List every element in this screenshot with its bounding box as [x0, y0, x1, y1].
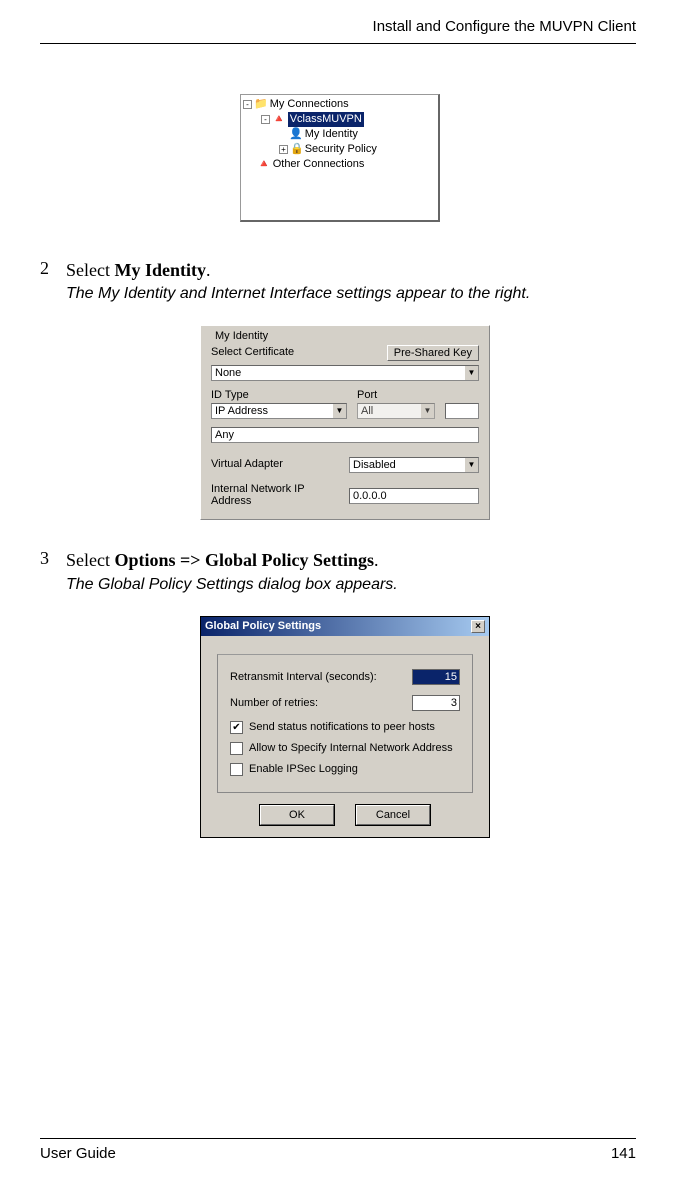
checkbox-row[interactable]: ✔ Send status notifications to peer host…: [230, 721, 460, 734]
checkbox-row[interactable]: Enable IPSec Logging: [230, 763, 460, 776]
panel-legend: My Identity: [215, 330, 479, 342]
bold-text: Global Policy Settings: [205, 550, 374, 570]
footer-left: User Guide: [40, 1145, 116, 1162]
tree-other-label: Other Connections: [273, 157, 365, 172]
cb-ipsec-label: Enable IPSec Logging: [249, 763, 358, 775]
id-type-value: IP Address: [212, 404, 332, 418]
port-select: All ▼: [357, 403, 435, 419]
virtual-adapter-label: Virtual Adapter: [211, 458, 339, 470]
virtual-adapter-value: Disabled: [350, 458, 464, 472]
step-number: 3: [40, 548, 66, 609]
retries-label: Number of retries:: [230, 697, 318, 709]
dropdown-arrow-icon: ▼: [420, 404, 434, 418]
checkbox-icon[interactable]: [230, 763, 243, 776]
identity-icon: 👤: [289, 127, 303, 142]
tree-selected-label: VclassMUVPN: [288, 112, 364, 127]
checkbox-icon[interactable]: [230, 742, 243, 755]
port-label: Port: [357, 389, 435, 401]
arrow-text: =>: [176, 550, 206, 570]
collapse-icon[interactable]: -: [261, 115, 270, 124]
retransmit-label: Retransmit Interval (seconds):: [230, 671, 377, 683]
dialog-titlebar: Global Policy Settings ×: [201, 617, 489, 636]
virtual-adapter-select[interactable]: Disabled ▼: [349, 457, 479, 473]
page-number: 141: [611, 1145, 636, 1162]
folder-icon: 📁: [254, 97, 268, 112]
page-header: Install and Configure the MUVPN Client: [40, 0, 636, 44]
tree-item-other[interactable]: 🔺 Other Connections: [243, 157, 436, 172]
step-2: 2 Select My Identity. The My Identity an…: [40, 258, 636, 319]
step-instruction: Select Options => Global Policy Settings…: [66, 548, 636, 572]
chapter-title: Install and Configure the MUVPN Client: [373, 18, 636, 35]
lock-icon: 🔒: [290, 142, 304, 157]
collapse-icon[interactable]: -: [243, 100, 252, 109]
ok-button[interactable]: OK: [260, 805, 334, 825]
dialog-group: Retransmit Interval (seconds): 15 Number…: [217, 654, 473, 793]
port-value: All: [358, 404, 420, 418]
retries-input[interactable]: 3: [412, 695, 460, 711]
certificate-select[interactable]: None ▼: [211, 365, 479, 381]
tree-item-selected[interactable]: - 🔺 VclassMUVPN: [243, 112, 436, 127]
page-footer: User Guide 141: [40, 1138, 636, 1162]
internal-ip-label: Internal Network IP Address: [211, 483, 339, 507]
bold-text: My Identity: [114, 260, 206, 280]
dropdown-arrow-icon: ▼: [464, 458, 478, 472]
dropdown-arrow-icon: ▼: [332, 404, 346, 418]
id-type-select[interactable]: IP Address ▼: [211, 403, 347, 419]
dialog-title: Global Policy Settings: [205, 620, 321, 632]
checkbox-icon[interactable]: ✔: [230, 721, 243, 734]
step-result: The Global Policy Settings dialog box ap…: [66, 576, 636, 594]
global-policy-dialog: Global Policy Settings × Retransmit Inte…: [200, 616, 490, 838]
text: Select: [66, 550, 114, 570]
step-3: 3 Select Options => Global Policy Settin…: [40, 548, 636, 609]
tree-item-security[interactable]: + 🔒 Security Policy: [243, 142, 436, 157]
text: .: [206, 260, 211, 280]
retransmit-input[interactable]: 15: [412, 669, 460, 685]
port-number-input[interactable]: [445, 403, 479, 419]
tree-identity-label: My Identity: [305, 127, 358, 142]
text: Select: [66, 260, 114, 280]
select-cert-label: Select Certificate: [211, 346, 294, 358]
close-icon[interactable]: ×: [471, 620, 485, 633]
internal-ip-input[interactable]: [349, 488, 479, 504]
tree-security-label: Security Policy: [305, 142, 377, 157]
pre-shared-key-button[interactable]: Pre-Shared Key: [387, 345, 479, 361]
tree-root-label: My Connections: [270, 97, 349, 112]
cb-status-label: Send status notifications to peer hosts: [249, 721, 435, 733]
tree-item-identity[interactable]: 👤 My Identity: [243, 127, 436, 142]
connection-icon: 🔺: [272, 112, 286, 127]
my-identity-panel: My Identity Select Certificate Pre-Share…: [200, 325, 490, 520]
tree-root[interactable]: - 📁 My Connections: [243, 97, 436, 112]
bold-text: Options: [114, 550, 175, 570]
cancel-button[interactable]: Cancel: [356, 805, 430, 825]
step-instruction: Select My Identity.: [66, 258, 636, 282]
cb-allow-label: Allow to Specify Internal Network Addres…: [249, 742, 453, 754]
text: .: [374, 550, 379, 570]
certificate-value: None: [212, 366, 464, 380]
id-type-label: ID Type: [211, 389, 347, 401]
step-number: 2: [40, 258, 66, 319]
dropdown-arrow-icon: ▼: [464, 366, 478, 380]
expand-icon[interactable]: +: [279, 145, 288, 154]
connection-icon: 🔺: [257, 157, 271, 172]
step-result: The My Identity and Internet Interface s…: [66, 285, 636, 303]
checkbox-row[interactable]: Allow to Specify Internal Network Addres…: [230, 742, 460, 755]
connections-tree: - 📁 My Connections - 🔺 VclassMUVPN 👤 My …: [240, 94, 440, 222]
any-input[interactable]: [211, 427, 479, 443]
